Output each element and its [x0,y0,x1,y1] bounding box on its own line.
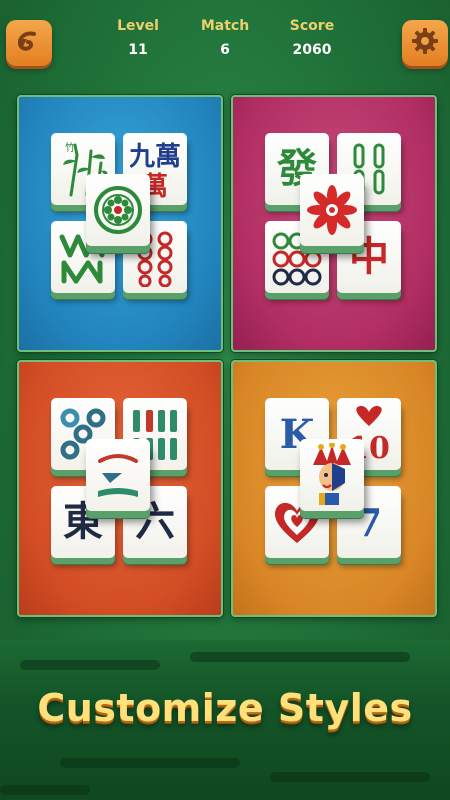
settings-button[interactable] [402,20,448,66]
red-flower-icon [306,184,358,236]
tile-text-nine: 九萬 [130,142,180,172]
red-flower-tile [300,174,364,246]
back-button[interactable] [6,20,52,66]
style-card-orange[interactable]: 東 六 [17,360,223,617]
wave-tile [86,439,150,511]
page-title: Customize Styles [37,686,413,730]
level-stat: Level 11 [98,18,178,58]
flower-circle-tile [86,174,150,246]
match-stat: Match 6 [185,18,265,58]
wave-icon [92,447,144,503]
style-card-blue[interactable]: 竹 九萬 萬 [17,95,223,352]
style-card-pink[interactable]: 發 中 [231,95,437,352]
gear-icon [410,26,440,60]
back-arrow-icon [14,26,44,60]
jester-tile [300,439,364,511]
score-value: 2060 [292,42,332,58]
score-label: Score [289,18,335,34]
flower-circle-icon [92,184,144,236]
level-label: Level [117,18,159,34]
style-card-gold[interactable]: K 10 7 [231,360,437,617]
jester-icon [305,443,359,507]
score-stat: Score 2060 [272,18,352,58]
match-value: 6 [220,42,230,58]
svg-text:竹: 竹 [65,141,75,154]
match-label: Match [200,18,250,34]
level-value: 11 [128,42,148,58]
